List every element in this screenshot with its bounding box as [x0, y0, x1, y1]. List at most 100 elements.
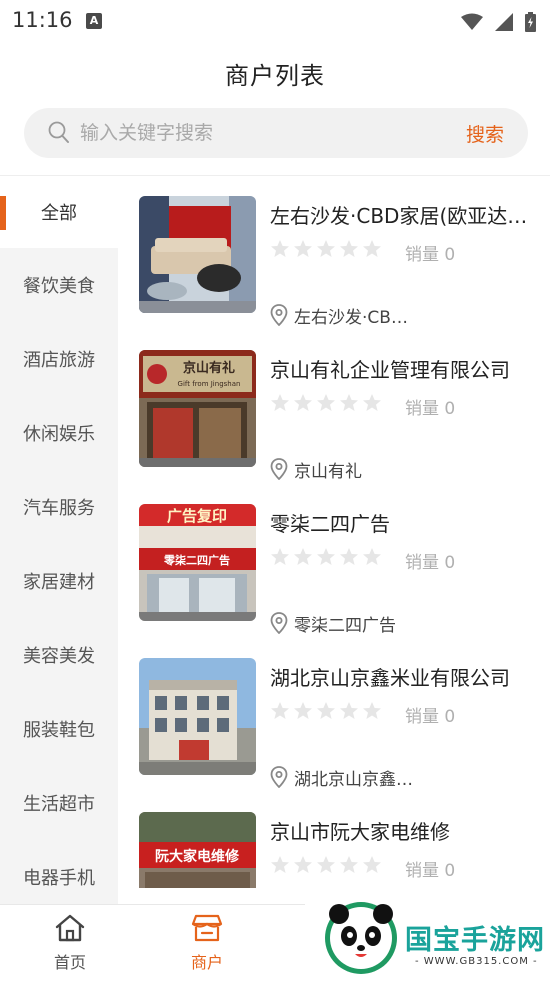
merchant-thumbnail — [139, 658, 256, 775]
thumb-sign-text: 阮大家电维修 — [155, 848, 240, 865]
sidebar-item-label: 汽车服务 — [23, 498, 95, 519]
sidebar-item-leisure[interactable]: 休闲娱乐 — [0, 396, 118, 470]
sidebar-item-supermarket[interactable]: 生活超市 — [0, 766, 118, 840]
star-icon — [271, 548, 289, 565]
merchant-thumbnail: 广告复印 零柒二四广告 — [139, 504, 256, 621]
search-bar[interactable]: 搜索 — [24, 108, 528, 158]
location-pin-icon — [270, 458, 288, 480]
battery-icon — [525, 12, 536, 32]
sidebar-item-label: 酒店旅游 — [23, 350, 95, 371]
tab-merchant-label: 商户 — [190, 953, 223, 972]
rating-stars — [270, 393, 382, 413]
merchant-thumbnail — [139, 196, 256, 313]
tab-merchant[interactable]: 商户 — [167, 913, 247, 973]
star-icon — [271, 856, 289, 873]
search-button[interactable]: 搜索 — [466, 120, 504, 147]
merchant-card[interactable]: 湖北京山京鑫米业有限公司 销量 0 湖北京山京鑫米业 — [118, 638, 550, 790]
rating-stars — [270, 701, 382, 721]
tab-home[interactable]: 首页 — [30, 913, 110, 973]
merchant-card[interactable]: 左右沙发·CBD家居(欧亚达店) 销量 0 左右沙发·CBD家居 — [118, 176, 550, 328]
merchant-name: 零柒二四广告 — [270, 512, 390, 536]
star-icon — [363, 394, 381, 411]
star-icon — [317, 702, 335, 719]
star-icon — [340, 240, 358, 257]
status-icons — [461, 11, 536, 33]
star-icon — [294, 702, 312, 719]
thumb-sign-text: 广告复印 — [167, 507, 227, 525]
rating-stars — [270, 547, 382, 567]
merchant-list[interactable]: 左右沙发·CBD家居(欧亚达店) 销量 0 左右沙发·CBD家居 京山有礼 Gi… — [118, 176, 550, 888]
sidebar-item-electronics[interactable]: 电器手机 — [0, 840, 118, 904]
merchant-name: 左右沙发·CBD家居(欧亚达店) — [270, 204, 535, 228]
sidebar-item-beauty[interactable]: 美容美发 — [0, 618, 118, 692]
sidebar-item-label: 美容美发 — [23, 646, 95, 667]
shop-icon — [191, 914, 223, 942]
status-bar: 11:16 A — [0, 0, 550, 44]
star-icon — [363, 548, 381, 565]
sidebar-item-label: 生活超市 — [23, 794, 95, 815]
merchant-name: 京山有礼企业管理有限公司 — [270, 358, 510, 382]
merchant-thumbnail: 京山有礼 Gift from Jingshan — [139, 350, 256, 467]
sidebar-item-home-building[interactable]: 家居建材 — [0, 544, 118, 618]
location-pin-icon — [270, 612, 288, 634]
thumb-sign-subtext: 零柒二四广告 — [163, 553, 230, 567]
star-icon — [340, 394, 358, 411]
star-icon — [317, 394, 335, 411]
star-icon — [317, 548, 335, 565]
star-icon — [294, 856, 312, 873]
address-text: 湖北京山京鑫米业 — [294, 769, 422, 790]
merchant-name: 京山市阮大家电维修 — [270, 820, 450, 844]
merchant-address: 左右沙发·CBD家居 — [270, 303, 414, 328]
address-text: 京山有礼 — [294, 461, 362, 482]
page-title: 商户列表 — [225, 62, 325, 90]
address-text: 左右沙发·CBD家居 — [294, 307, 414, 328]
wifi-icon — [461, 13, 483, 30]
sidebar-item-auto[interactable]: 汽车服务 — [0, 470, 118, 544]
merchant-card[interactable]: 阮大家电维修 京山市阮大家电维修 销量 0 — [118, 792, 550, 888]
merchant-card[interactable]: 广告复印 零柒二四广告 零柒二四广告 销量 0 零柒二四广告 — [118, 484, 550, 636]
sales-count: 销量 0 — [405, 553, 456, 573]
sales-count: 销量 0 — [405, 861, 456, 881]
star-icon — [340, 702, 358, 719]
sidebar-item-label: 餐饮美食 — [23, 276, 95, 297]
a-letter-icon: A — [86, 13, 102, 29]
watermark-url: - WWW.GB315.COM - — [415, 956, 538, 967]
merchant-address: 零柒二四广告 — [270, 611, 396, 636]
category-sidebar[interactable]: 全部 餐饮美食 酒店旅游 休闲娱乐 汽车服务 家居建材 美容美发 服装鞋包 生活… — [0, 176, 118, 904]
star-icon — [340, 856, 358, 873]
watermark: 国宝手游网 - WWW.GB315.COM - — [305, 890, 550, 982]
star-icon — [317, 240, 335, 257]
sidebar-item-food[interactable]: 餐饮美食 — [0, 248, 118, 322]
merchant-address: 京山有礼 — [270, 457, 362, 482]
sidebar-item-all[interactable]: 全部 — [0, 176, 118, 248]
merchant-thumbnail: 阮大家电维修 — [139, 812, 256, 888]
sidebar-item-label: 全部 — [41, 203, 77, 224]
star-icon — [317, 856, 335, 873]
star-icon — [363, 856, 381, 873]
sidebar-item-label: 休闲娱乐 — [23, 424, 95, 445]
search-input[interactable] — [80, 108, 440, 158]
star-icon — [340, 548, 358, 565]
panda-logo-icon — [325, 902, 397, 974]
location-pin-icon — [270, 304, 288, 326]
cell-signal-icon — [495, 13, 513, 31]
sales-count: 销量 0 — [405, 707, 456, 727]
rating-stars — [270, 239, 382, 259]
merchant-name: 湖北京山京鑫米业有限公司 — [270, 666, 510, 690]
sidebar-item-label: 家居建材 — [23, 572, 95, 593]
sidebar-item-label: 电器手机 — [23, 868, 95, 889]
address-text: 零柒二四广告 — [294, 615, 396, 636]
sidebar-item-hotel[interactable]: 酒店旅游 — [0, 322, 118, 396]
merchant-address: 湖北京山京鑫米业 — [270, 765, 422, 790]
merchant-card[interactable]: 京山有礼 Gift from Jingshan 京山有礼企业管理有限公司 销量 … — [118, 330, 550, 482]
sidebar-item-clothing[interactable]: 服装鞋包 — [0, 692, 118, 766]
thumb-sign-subtext: Gift from Jingshan — [178, 380, 241, 388]
sidebar-item-label: 服装鞋包 — [23, 720, 95, 741]
star-icon — [271, 394, 289, 411]
sales-count: 销量 0 — [405, 245, 456, 265]
tab-home-label: 首页 — [53, 953, 86, 972]
star-icon — [271, 702, 289, 719]
location-pin-icon — [270, 766, 288, 788]
star-icon — [294, 548, 312, 565]
home-icon — [55, 914, 85, 942]
